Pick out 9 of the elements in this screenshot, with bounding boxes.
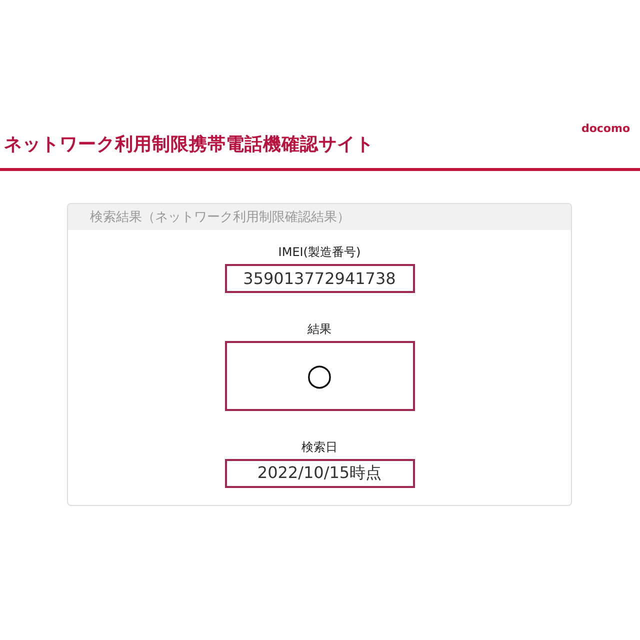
result-mark: ○ [306,361,333,391]
panel-title: 検索結果（ネットワーク利用制限確認結果） [90,209,350,226]
value-box: 359013772941738 [224,264,414,293]
field-label: 検索日 [302,439,338,456]
field-label: 結果 [308,321,332,338]
logo: docomo [581,122,630,135]
field-label: IMEI(製造番号) [278,244,361,261]
site-title: ネットワーク利用制限携帯電話機確認サイト [4,133,374,156]
value-box: 2022/10/15時点 [224,459,414,488]
